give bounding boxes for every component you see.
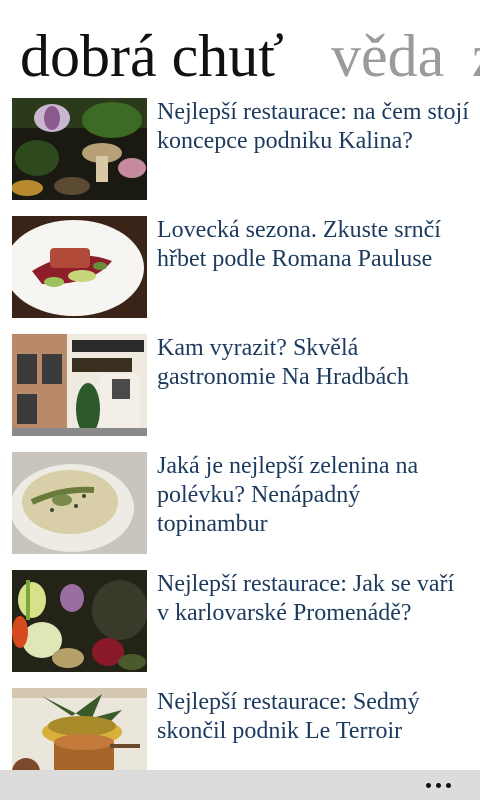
article-headline[interactable]: Nejlepší restaurace: Jak se vaří v karlo…: [157, 570, 469, 628]
app-bar: [0, 770, 480, 800]
pivot-header: dobrá chuť věda z: [0, 20, 480, 92]
venison-dish-image: [12, 216, 147, 318]
vegetables-still-life-image: [12, 570, 147, 672]
pivot-title-dobra-chut[interactable]: dobrá chuť: [20, 20, 284, 92]
article-item[interactable]: Nejlepší restaurace: Jak se vaří v karlo…: [0, 570, 480, 672]
article-headline[interactable]: Lovecká sezona. Zkuste srnčí hřbet podle…: [157, 216, 469, 274]
article-item[interactable]: Lovecká sezona. Zkuste srnčí hřbet podle…: [0, 216, 480, 318]
article-headline[interactable]: Nejlepší restaurace: na čem stojí koncep…: [157, 98, 469, 156]
pivot-title-peek[interactable]: z: [472, 20, 480, 92]
restaurant-facade-image: [12, 334, 147, 436]
vegetables-image: [12, 98, 147, 200]
pivot-title-veda[interactable]: věda: [331, 20, 444, 92]
article-headline[interactable]: Nejlepší restaurace: Sedmý skončil podni…: [157, 688, 469, 746]
soup-bowl-image: [12, 452, 147, 554]
article-item[interactable]: Jaká je nejlepší zelenina na polévku? Ne…: [0, 452, 480, 554]
ellipsis-icon[interactable]: [422, 770, 462, 800]
article-headline[interactable]: Kam vyrazit? Skvělá gastronomie Na Hradb…: [157, 334, 469, 392]
article-headline[interactable]: Jaká je nejlepší zelenina na polévku? Ne…: [157, 452, 469, 539]
article-item[interactable]: Nejlepší restaurace: na čem stojí koncep…: [0, 98, 480, 200]
article-item[interactable]: Kam vyrazit? Skvělá gastronomie Na Hradb…: [0, 334, 480, 436]
